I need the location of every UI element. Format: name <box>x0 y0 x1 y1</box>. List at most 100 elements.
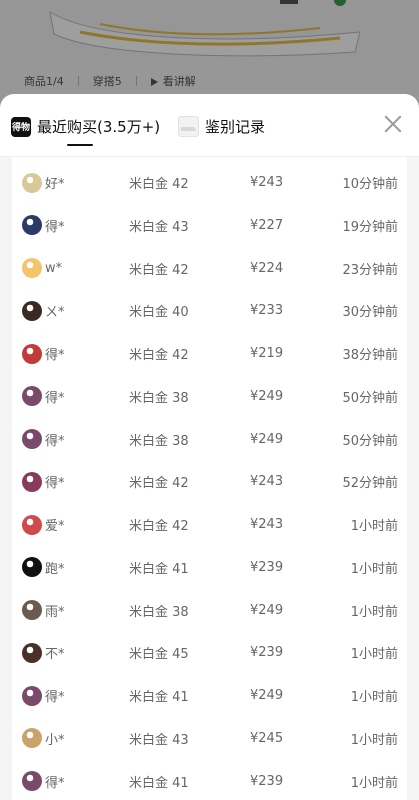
user-avatar <box>22 258 42 278</box>
tab-recent-purchases[interactable]: 得物 最近购买(3.5万+) <box>11 116 160 137</box>
buyer-name: 爱* <box>45 519 65 534</box>
user-avatar <box>22 642 42 663</box>
purchase-row: 小* 米白金 43 ¥245 1小时前 <box>12 717 407 760</box>
purchase-row: 好* 米白金 42 ¥243 10分钟前 <box>12 161 407 204</box>
price-label: ¥243 <box>250 474 284 490</box>
price-label: ¥239 <box>250 645 284 661</box>
price-label: ¥245 <box>250 730 284 746</box>
buyer-name: 得* <box>45 775 65 791</box>
purchase-row: 雨* 米白金 38 ¥249 1小时前 <box>12 589 407 632</box>
close-icon[interactable] <box>383 114 403 134</box>
price-label: ¥249 <box>250 431 284 447</box>
purchase-row: w* 米白金 42 ¥224 23分钟前 <box>12 247 407 290</box>
time-ago-label: 1小时前 <box>350 604 398 620</box>
purchase-row: 得* 米白金 42 ¥219 38分钟前 <box>12 332 407 375</box>
size-label: 米白金 42 <box>129 177 189 192</box>
time-ago-label: 10分钟前 <box>342 177 398 192</box>
purchase-list: 好* 米白金 42 ¥243 10分钟前得* 米白金 43 ¥227 19分钟前 w* 米白金 … <box>12 157 407 800</box>
time-ago-label: 52分钟前 <box>342 476 398 492</box>
size-label: 米白金 45 <box>129 647 189 663</box>
price-label: ¥249 <box>250 388 284 404</box>
purchase-row: 跑* 米白金 41 ¥239 1小时前 <box>12 546 407 589</box>
size-label: 米白金 38 <box>129 390 189 406</box>
buyer-name: 小* <box>45 732 65 748</box>
price-label: ¥227 <box>250 217 284 233</box>
user-avatar <box>22 728 42 749</box>
purchase-row: 得* 米白金 42 ¥243 52分钟前 <box>12 460 407 503</box>
size-label: 米白金 40 <box>129 305 189 321</box>
price-label: ¥243 <box>250 175 284 190</box>
price-label: ¥243 <box>250 517 284 532</box>
price-label: ¥249 <box>250 602 284 618</box>
purchase-row: 得* 米白金 43 ¥227 19分钟前 <box>12 204 407 247</box>
time-ago-label: 50分钟前 <box>342 390 398 406</box>
user-avatar <box>22 343 42 364</box>
user-avatar <box>22 600 42 620</box>
buyer-name: 跑* <box>45 561 65 577</box>
buyer-name: 好* <box>45 177 65 192</box>
time-ago-label: 38分钟前 <box>342 348 398 363</box>
purchase-list-container[interactable]: 好* 米白金 42 ¥243 10分钟前得* 米白金 43 ¥227 19分钟前 w* 米白金 … <box>0 157 419 800</box>
size-label: 米白金 43 <box>129 732 189 748</box>
user-avatar <box>22 771 42 791</box>
tab-auth-label: 鉴别记录 <box>205 118 266 136</box>
size-label: 米白金 38 <box>129 433 189 449</box>
size-label: 米白金 42 <box>129 519 189 534</box>
price-label: ¥224 <box>250 260 284 276</box>
size-label: 米白金 41 <box>129 775 189 791</box>
size-label: 米白金 42 <box>129 476 189 492</box>
purchase-row: 得* 米白金 38 ¥249 50分钟前 <box>12 418 407 461</box>
tab-authentication-records[interactable]: 鉴别记录 <box>178 116 265 137</box>
user-avatar <box>22 557 42 578</box>
buyer-name: 得* <box>45 348 65 363</box>
buyer-name: 得* <box>45 690 65 705</box>
time-ago-label: 50分钟前 <box>342 433 398 449</box>
time-ago-label: 1小时前 <box>350 647 398 663</box>
buyer-name: 得* <box>45 219 65 235</box>
time-ago-label: 1小时前 <box>350 775 398 791</box>
user-avatar <box>22 471 42 492</box>
purchase-row: 得* 米白金 41 ¥239 1小时前 <box>12 760 407 800</box>
time-ago-label: 1小时前 <box>350 690 398 705</box>
price-label: ¥249 <box>250 688 284 703</box>
time-ago-label: 1小时前 <box>350 732 398 748</box>
purchase-row: ㄨ* 米白金 40 ¥233 30分钟前 <box>12 289 407 332</box>
time-ago-label: 1小时前 <box>350 519 398 534</box>
time-ago-label: 19分钟前 <box>342 219 398 235</box>
size-label: 米白金 43 <box>129 219 189 235</box>
price-label: ¥233 <box>250 303 284 319</box>
purchase-row: 得* 米白金 38 ¥249 50分钟前 <box>12 375 407 418</box>
buyer-name: 不* <box>45 647 65 663</box>
buyer-name: 得* <box>45 433 65 449</box>
time-ago-label: 30分钟前 <box>342 305 398 321</box>
dewu-logo-icon: 得物 <box>11 116 31 137</box>
sheet-tabs: 得物 最近购买(3.5万+) 鉴别记录 <box>0 94 419 157</box>
tab-recent-label: 最近购买(3.5万+) <box>37 118 161 136</box>
purchase-row: 不* 米白金 45 ¥239 1小时前 <box>12 631 407 674</box>
price-label: ¥239 <box>250 773 284 789</box>
purchase-records-sheet: 得物 最近购买(3.5万+) 鉴别记录 好* 米白金 42 ¥243 10分钟前得* 米… <box>0 94 419 800</box>
user-avatar <box>22 685 42 706</box>
size-label: 米白金 42 <box>129 262 189 278</box>
buyer-name: 得* <box>45 390 65 406</box>
user-avatar <box>22 300 42 321</box>
active-tab-indicator <box>67 144 93 146</box>
price-label: ¥239 <box>250 559 284 575</box>
buyer-name: 得* <box>45 476 65 492</box>
shoe-thumbnail-icon <box>178 116 199 137</box>
buyer-name: 雨* <box>45 604 65 620</box>
size-label: 米白金 41 <box>129 561 189 577</box>
buyer-name: w* <box>45 260 63 276</box>
user-avatar <box>22 386 42 407</box>
size-label: 米白金 38 <box>129 604 189 620</box>
purchase-row: 爱* 米白金 42 ¥243 1小时前 <box>12 503 407 546</box>
user-avatar <box>22 172 42 193</box>
time-ago-label: 23分钟前 <box>342 262 398 278</box>
user-avatar <box>22 215 42 236</box>
user-avatar <box>22 514 42 535</box>
size-label: 米白金 42 <box>129 348 189 363</box>
purchase-row: 得* 米白金 41 ¥249 1小时前 <box>12 674 407 717</box>
buyer-name: ㄨ* <box>45 305 65 321</box>
time-ago-label: 1小时前 <box>350 561 398 577</box>
price-label: ¥219 <box>250 346 284 361</box>
